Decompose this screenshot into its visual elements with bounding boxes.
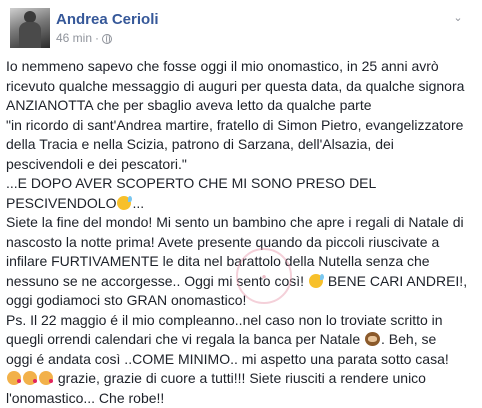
post-line: oggi godiamoci sto GRAN onomastico!	[6, 291, 476, 311]
post-line: "in ricordo di sant'Andrea martire, frat…	[6, 116, 476, 136]
post-line: della Tracia e nella Scizia, patrono di …	[6, 135, 476, 155]
post-line: quegli orrendi calendari che vi regala l…	[6, 330, 476, 350]
post-meta: 46 min·	[56, 31, 112, 45]
kiss-icon	[39, 371, 53, 385]
post-line: ricevuto qualche messaggio di auguri per…	[6, 77, 476, 97]
post-line-text: ...	[132, 195, 144, 211]
avatar-torso	[19, 22, 41, 48]
author-name[interactable]: Andrea Cerioli	[56, 11, 159, 28]
post-line: Siete la fine del mondo! Mi sento un bam…	[6, 213, 476, 233]
kiss-icon	[23, 371, 37, 385]
post-header: Andrea Cerioli 46 min· ⌄	[10, 8, 470, 48]
post-time[interactable]: 46 min	[56, 31, 92, 45]
post-line: pescivendoli e dei pescatori."	[6, 155, 476, 175]
post-line-text: BENE CARI ANDREI!,	[324, 273, 467, 289]
globe-icon[interactable]	[102, 34, 112, 44]
post-line: Ps. Il 22 maggio é il mio compleanno..ne…	[6, 311, 476, 331]
watermark-stamp: ●	[236, 248, 292, 304]
post-line: ...E DOPO AVER SCOPERTO CHE MI SONO PRES…	[6, 174, 476, 194]
post-line: ANZIANOTTA che per sbaglio aveva letto d…	[6, 96, 476, 116]
post-line: l'onomastico... Che robe!!	[6, 389, 476, 408]
avatar[interactable]	[10, 8, 50, 48]
see-no-evil-monkey-icon	[365, 332, 380, 346]
chevron-down-icon[interactable]: ⌄	[452, 12, 464, 24]
kiss-icon	[7, 371, 21, 385]
sweat-smile-icon	[309, 274, 323, 288]
post-line-text: quegli orrendi calendari che vi regala l…	[6, 331, 364, 347]
post-line: Io nemmeno sapevo che fosse oggi il mio …	[6, 57, 476, 77]
sweat-smile-icon	[117, 196, 131, 210]
post-line-text: grazie, grazie di cuore a tutti!!! Siete…	[54, 370, 426, 386]
post-line: grazie, grazie di cuore a tutti!!! Siete…	[6, 369, 476, 389]
post-line: PESCIVENDOLO...	[6, 194, 476, 214]
post-text: Io nemmeno sapevo che fosse oggi il mio …	[6, 57, 476, 408]
meta-separator: ·	[95, 31, 99, 45]
post-line-text: . Beh, se	[381, 331, 436, 347]
post-line-text: PESCIVENDOLO	[6, 195, 116, 211]
post-line: oggi é andata così ..COME MINIMO.. mi as…	[6, 350, 476, 370]
post-line: nascosto la notte prima! Avete presente …	[6, 233, 476, 253]
